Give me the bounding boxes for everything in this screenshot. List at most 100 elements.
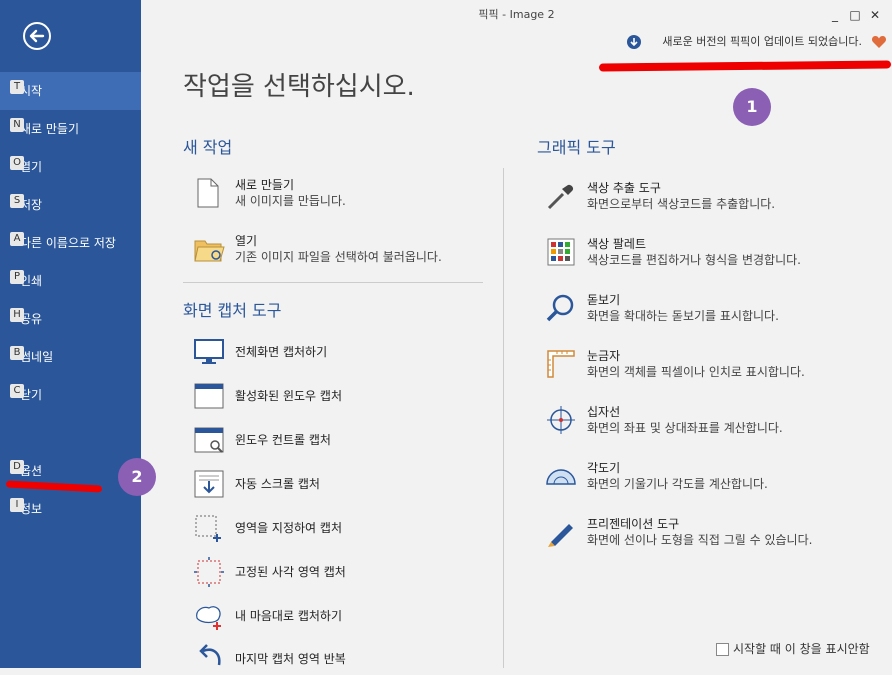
dont-show-checkbox[interactable]: 시작할 때 이 창을 표시안함 (716, 640, 870, 657)
open-image-item[interactable]: 열기 기존 이미지 파일을 선택하여 불러옵니다. (193, 231, 483, 267)
shortcut-key: P (10, 270, 24, 284)
shortcut-key: O (10, 156, 24, 170)
ruler-icon (547, 350, 575, 378)
maximize-button[interactable]: □ (845, 0, 865, 30)
item-desc: 화면으로부터 색상코드를 추출합니다. (587, 197, 776, 211)
item-name: 활성화된 윈도우 캡처 (235, 389, 342, 403)
region-icon (195, 515, 221, 542)
blank-page-icon (197, 178, 219, 208)
sidebar-item-label: 썸네일 (20, 350, 54, 364)
sidebar-item-print[interactable]: P 인쇄 (0, 262, 141, 300)
palette-icon (547, 238, 575, 266)
minimize-button[interactable]: _ (825, 0, 845, 30)
item-name: 전체화면 캡처하기 (235, 345, 328, 359)
item-name: 영역을 지정하여 캡처 (235, 521, 342, 535)
section-title-new-task: 새 작업 (183, 138, 233, 157)
item-name: 내 마음대로 캡처하기 (235, 609, 342, 623)
sidebar-item-info[interactable]: I 정보 (0, 490, 141, 528)
item-desc: 화면의 좌표 및 상대좌표를 계산합니다. (587, 421, 783, 435)
sidebar-item-close[interactable]: C 닫기 (0, 376, 141, 414)
open-folder-icon (194, 240, 225, 262)
capture-freehand-item[interactable]: 내 마음대로 캡처하기 (193, 600, 483, 632)
presentation-tool-item[interactable]: 프리젠테이션 도구 화면에 선이나 도형을 직접 그릴 수 있습니다. (545, 514, 875, 550)
capture-active-window-item[interactable]: 활성화된 윈도우 캡처 (193, 380, 483, 412)
divider (503, 168, 504, 668)
item-name: 색상 팔레트 (587, 237, 647, 251)
sidebar-item-thumbnail[interactable]: B 썸네일 (0, 338, 141, 376)
magnifier-item[interactable]: 돋보기 화면을 확대하는 돋보기를 표시합니다. (545, 290, 875, 326)
item-name: 눈금자 (587, 349, 621, 363)
protractor-item[interactable]: 각도기 화면의 기울기나 각도를 계산합니다. (545, 458, 875, 494)
ruler-item[interactable]: 눈금자 화면의 객체를 픽셀이나 인치로 표시합니다. (545, 346, 875, 382)
window-title: 픽픽 - Image 2 (478, 8, 555, 21)
shortcut-key: C (10, 384, 24, 398)
annotation-underline (598, 60, 892, 72)
item-desc: 화면의 객체를 픽셀이나 인치로 표시합니다. (587, 365, 805, 379)
pen-icon (548, 524, 573, 547)
item-name: 각도기 (587, 461, 621, 475)
back-arrow-icon[interactable] (23, 22, 51, 50)
item-name: 십자선 (587, 405, 621, 419)
crosshair-icon (547, 406, 575, 434)
item-name: 프리젠테이션 도구 (587, 517, 680, 531)
shortcut-key: D (10, 460, 24, 474)
divider (183, 282, 483, 283)
item-desc: 화면을 확대하는 돋보기를 표시합니다. (587, 309, 779, 323)
item-name: 돋보기 (587, 293, 621, 307)
item-desc: 새 이미지를 만듭니다. (235, 194, 346, 208)
checkbox[interactable] (716, 643, 729, 656)
eyedropper-icon (547, 184, 574, 210)
color-picker-item[interactable]: 색상 추출 도구 화면으로부터 색상코드를 추출합니다. (545, 178, 875, 214)
sidebar-item-label: 다른 이름으로 저장 (20, 236, 116, 250)
capture-repeat-item[interactable]: 마지막 캡처 영역 반복 (193, 643, 483, 668)
shortcut-key: A (10, 232, 24, 246)
close-button[interactable]: ✕ (865, 0, 885, 30)
page-title: 작업을 선택하십시오. (183, 72, 415, 102)
window-control-icon (194, 427, 224, 453)
update-notice[interactable]: 새로운 버전의 픽픽이 업데이트 되었습니다. (662, 34, 862, 50)
item-desc: 색상코드를 편집하거나 형식을 변경합니다. (587, 253, 801, 267)
item-name: 색상 추출 도구 (587, 181, 661, 195)
item-desc: 화면의 기울기나 각도를 계산합니다. (587, 477, 768, 491)
shortcut-key: T (10, 80, 24, 94)
new-image-item[interactable]: 새로 만들기 새 이미지를 만듭니다. (193, 175, 483, 211)
sidebar-item-save[interactable]: S 저장 (0, 186, 141, 224)
heart-icon[interactable] (871, 34, 887, 50)
annotation-badge: 1 (733, 88, 771, 126)
section-title-capture: 화면 캡처 도구 (183, 301, 282, 320)
color-palette-item[interactable]: 색상 팔레트 색상코드를 편집하거나 형식을 변경합니다. (545, 234, 875, 270)
sidebar-item-start[interactable]: T 시작 (0, 72, 141, 110)
fixed-region-icon (194, 557, 224, 587)
crosshair-item[interactable]: 십자선 화면의 좌표 및 상대좌표를 계산합니다. (545, 402, 875, 438)
section-title-graphic: 그래픽 도구 (537, 138, 616, 157)
sidebar-item-open[interactable]: O 열기 (0, 148, 141, 186)
item-name: 마지막 캡처 영역 반복 (235, 652, 346, 666)
main-panel: 픽픽 - Image 2 _ □ ✕ 새로운 버전의 픽픽이 업데이트 되었습니… (141, 0, 892, 668)
shortcut-key: S (10, 194, 24, 208)
shortcut-key: H (10, 308, 24, 322)
window-icon (194, 383, 224, 409)
monitor-icon (194, 339, 224, 364)
capture-window-control-item[interactable]: 윈도우 컨트롤 캡처 (193, 424, 483, 456)
capture-scroll-item[interactable]: 자동 스크롤 캡처 (193, 468, 483, 500)
capture-fixed-region-item[interactable]: 고정된 사각 영역 캡처 (193, 556, 483, 588)
freehand-icon (196, 606, 221, 630)
item-name: 새로 만들기 (235, 178, 295, 192)
checkbox-label: 시작할 때 이 창을 표시안함 (733, 642, 870, 656)
shortcut-key: I (10, 498, 24, 512)
sidebar-item-label: 새로 만들기 (20, 122, 80, 136)
sidebar-item-new[interactable]: N 새로 만들기 (0, 110, 141, 148)
shortcut-key: N (10, 118, 24, 132)
item-desc: 기존 이미지 파일을 선택하여 불러옵니다. (235, 250, 442, 264)
scroll-capture-icon (194, 470, 224, 498)
item-desc: 화면에 선이나 도형을 직접 그릴 수 있습니다. (587, 533, 813, 547)
repeat-icon (199, 644, 221, 666)
sidebar-item-share[interactable]: H 공유 (0, 300, 141, 338)
sidebar: T 시작 N 새로 만들기 O 열기 S 저장 A 다른 이름으로 저장 P 인… (0, 0, 141, 668)
item-name: 열기 (235, 234, 258, 248)
capture-region-item[interactable]: 영역을 지정하여 캡처 (193, 512, 483, 544)
sidebar-item-save-as[interactable]: A 다른 이름으로 저장 (0, 224, 141, 262)
shortcut-key: B (10, 346, 24, 360)
capture-fullscreen-item[interactable]: 전체화면 캡처하기 (193, 336, 483, 368)
item-name: 자동 스크롤 캡처 (235, 477, 320, 491)
